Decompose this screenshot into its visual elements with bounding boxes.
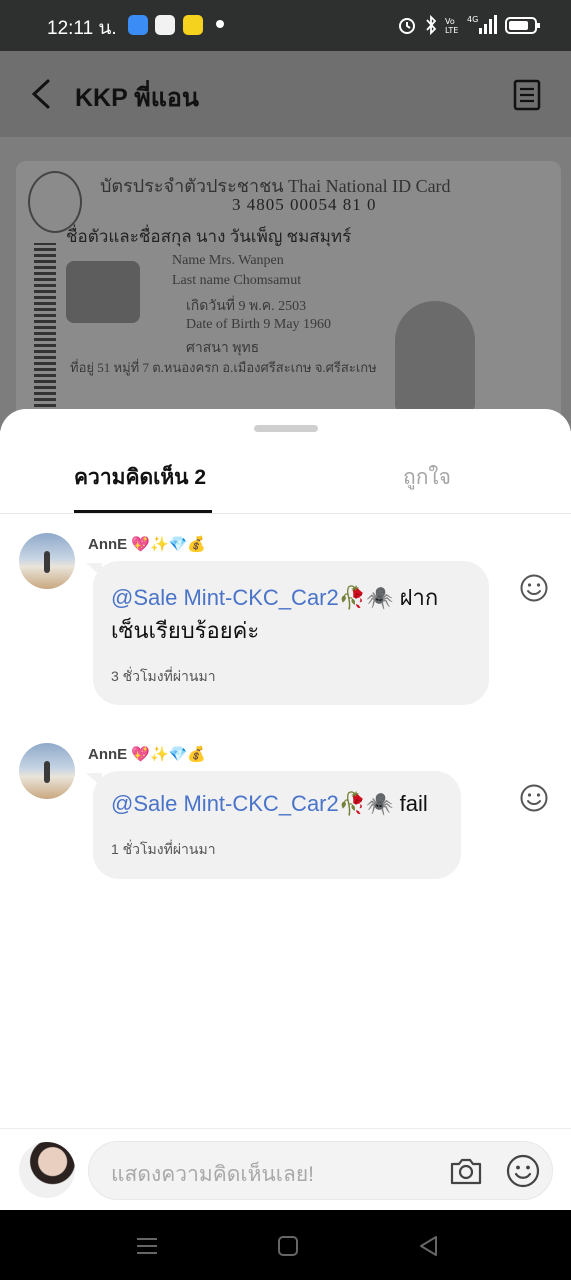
react-emoji-icon[interactable] bbox=[519, 573, 549, 603]
camera-icon[interactable] bbox=[449, 1155, 483, 1187]
comment-text-line2: เซ็นเรียบร้อยค่ะ bbox=[111, 618, 260, 643]
notification-dot bbox=[216, 20, 224, 28]
comment-author[interactable]: AnnE 💖✨💎💰 bbox=[88, 745, 206, 763]
back-arrow-icon[interactable] bbox=[28, 77, 56, 111]
id-card-dob-en: Date of Birth 9 May 1960 bbox=[186, 317, 332, 332]
sheet-drag-handle[interactable] bbox=[254, 425, 318, 432]
bluetooth-icon bbox=[426, 15, 437, 35]
page-title: KKP พี่แอน bbox=[75, 84, 199, 112]
menu-icon[interactable] bbox=[135, 1234, 159, 1258]
comment-time: 3 ชั่วโมงที่ผ่านมา bbox=[111, 668, 216, 684]
tab-comments[interactable]: ความคิดเห็น 2 bbox=[74, 461, 206, 494]
comment-input-placeholder: แสดงความคิดเห็นเลย! bbox=[111, 1163, 314, 1186]
g-app-icon bbox=[183, 15, 203, 35]
comment-bubble[interactable]: @Sale Mint-CKC_Car2🥀🕷️ ฝาก เซ็นเรียบร้อย… bbox=[93, 561, 489, 705]
id-card-number: 3 4805 00054 81 0 bbox=[232, 195, 377, 214]
comment-bubble[interactable]: @Sale Mint-CKC_Car2🥀🕷️ fail 1 ชั่วโมงที่… bbox=[93, 771, 461, 879]
comment-author[interactable]: AnnE 💖✨💎💰 bbox=[88, 535, 206, 553]
status-time: 12:11 น. bbox=[47, 18, 117, 39]
alarm-icon bbox=[399, 18, 415, 34]
mention-link[interactable]: @Sale Mint-CKC_Car2🥀🕷️ bbox=[111, 791, 394, 816]
volte-icon: VoLTE bbox=[445, 17, 458, 35]
system-nav-bar bbox=[0, 1210, 571, 1280]
messenger-app-icon bbox=[128, 15, 148, 35]
id-card-lastname-en: Last name Chomsamut bbox=[172, 273, 302, 288]
card-chip bbox=[66, 261, 140, 323]
comment-text-line1: ฝาก bbox=[393, 585, 439, 610]
signal-icon: 4G bbox=[467, 15, 497, 34]
mention-link[interactable]: @Sale Mint-CKC_Car2🥀🕷️ bbox=[111, 585, 394, 610]
comment-text: @Sale Mint-CKC_Car2🥀🕷️ ฝาก เซ็นเรียบร้อย… bbox=[111, 581, 438, 647]
home-icon[interactable] bbox=[276, 1234, 300, 1258]
background-post: KKP พี่แอน บัตรประจำตัวประชาชน Thai Nati… bbox=[0, 51, 571, 431]
id-card-address: ที่อยู่ 51 หมู่ที่ 7 ต.หนองครก อ.เมืองศร… bbox=[70, 360, 377, 375]
back-icon[interactable] bbox=[417, 1234, 441, 1258]
avatar[interactable] bbox=[19, 533, 75, 589]
avatar[interactable] bbox=[19, 743, 75, 799]
card-barcode bbox=[34, 243, 56, 431]
comment-time: 1 ชั่วโมงที่ผ่านมา bbox=[111, 841, 216, 857]
top-app-bar: KKP พี่แอน bbox=[0, 51, 571, 137]
card-photo bbox=[395, 301, 475, 411]
comment-composer: แสดงความคิดเห็นเลย! bbox=[0, 1128, 571, 1210]
id-card-name-en: Name Mrs. Wanpen bbox=[172, 253, 284, 268]
battery-icon bbox=[505, 17, 540, 34]
comment-text: @Sale Mint-CKC_Car2🥀🕷️ fail bbox=[111, 787, 428, 820]
comments-sheet: ความคิดเห็น 2 ถูกใจ AnnE 💖✨💎💰 @Sale Mint… bbox=[0, 409, 571, 1210]
comment-text-line1: fail bbox=[393, 791, 428, 816]
network-label: 4G bbox=[467, 15, 478, 24]
svg-text:Vo: Vo bbox=[445, 17, 455, 26]
emoji-icon[interactable] bbox=[506, 1154, 540, 1188]
line-app-icon bbox=[155, 15, 175, 35]
id-card-name-th: ชื่อตัวและชื่อสกุล นาง วันเพ็ญ ชมสมุทร์ bbox=[66, 227, 352, 246]
id-card-religion: ศาสนา พุทธ bbox=[186, 341, 260, 356]
comment-input[interactable]: แสดงความคิดเห็นเลย! bbox=[88, 1141, 553, 1200]
my-avatar bbox=[19, 1142, 75, 1198]
svg-text:LTE: LTE bbox=[445, 26, 458, 35]
status-bar: 12:11 น. Vo LTE 4G bbox=[0, 0, 571, 51]
react-emoji-icon[interactable] bbox=[519, 783, 549, 813]
notes-icon[interactable] bbox=[513, 79, 541, 111]
tab-divider bbox=[0, 513, 571, 514]
id-card-dob-th: เกิดวันที่ 9 พ.ค. 2503 bbox=[186, 299, 307, 314]
tab-likes[interactable]: ถูกใจ bbox=[403, 461, 451, 494]
